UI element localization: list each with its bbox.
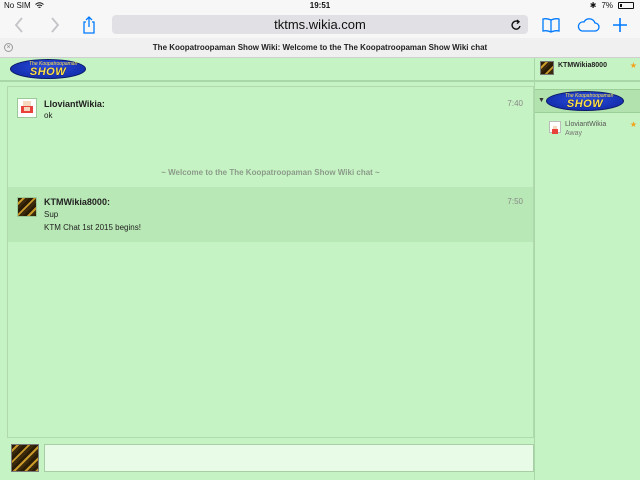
- address-bar[interactable]: tktms.wikia.com: [112, 15, 528, 34]
- reload-icon[interactable]: [511, 18, 522, 36]
- star-icon: ★: [629, 120, 637, 129]
- wiki-logo[interactable]: The Koopatroopaman SHOW: [10, 59, 86, 79]
- message-text: Sup: [44, 210, 59, 219]
- avatar: [11, 444, 39, 472]
- message-text: KTM Chat 1st 2015 begins!: [44, 223, 141, 232]
- collapse-arrow-icon[interactable]: ▼: [538, 97, 545, 104]
- back-icon[interactable]: [14, 16, 24, 34]
- avatar: [540, 61, 554, 75]
- chat-messages: LloviantWikia: 7:40 ok ~ Welcome to the …: [7, 86, 534, 438]
- url-text: tktms.wikia.com: [274, 17, 366, 32]
- current-user-row[interactable]: KTMWikia8000 ★: [535, 58, 640, 82]
- chat-page: The Koopatroopaman SHOW LloviantWikia: 7…: [0, 58, 640, 480]
- avatar[interactable]: [17, 197, 37, 217]
- current-user-name: KTMWikia8000: [558, 62, 607, 69]
- cloud-tabs-icon[interactable]: [576, 16, 600, 34]
- logo-big-text: SHOW: [29, 66, 67, 78]
- message-timestamp: 7:40: [507, 99, 523, 108]
- forward-icon[interactable]: [50, 16, 60, 34]
- user-list-sidebar: KTMWikia8000 ★ ▼ The Koopatroopaman SHOW…: [534, 58, 640, 480]
- room-header[interactable]: ▼ The Koopatroopaman SHOW: [535, 89, 640, 113]
- battery-percent: 7%: [601, 1, 613, 10]
- message-username[interactable]: LloviantWikia:: [44, 99, 105, 109]
- chat-message: KTMWikia8000: 7:50 Sup KTM Chat 1st 2015…: [8, 187, 533, 242]
- avatar: [549, 121, 561, 134]
- chat-message: LloviantWikia: 7:40 ok: [8, 87, 533, 127]
- user-status: Away: [565, 130, 582, 137]
- avatar[interactable]: [17, 98, 37, 118]
- room-logo: The Koopatroopaman SHOW: [546, 91, 624, 111]
- chat-input-row: [7, 442, 534, 478]
- share-icon[interactable]: [82, 16, 96, 34]
- chat-message-input[interactable]: [44, 444, 534, 472]
- bluetooth-icon: ✱: [589, 1, 597, 10]
- bookmarks-icon[interactable]: [542, 16, 560, 34]
- user-list-item[interactable]: LloviantWikia Away ★: [549, 119, 640, 143]
- star-icon: ★: [629, 61, 637, 70]
- user-name: LloviantWikia: [565, 121, 607, 128]
- new-tab-icon[interactable]: [612, 16, 628, 34]
- status-bar: No SIM 19:51 ✱ 7%: [0, 0, 640, 12]
- message-text: ok: [44, 111, 53, 120]
- clock: 19:51: [309, 1, 331, 10]
- browser-toolbar: tktms.wikia.com: [0, 12, 640, 38]
- logo-big-text: SHOW: [566, 98, 604, 110]
- chat-header: The Koopatroopaman SHOW: [0, 58, 534, 82]
- message-username[interactable]: KTMWikia8000:: [44, 197, 110, 207]
- tab-title: The Koopatroopaman Show Wiki: Welcome to…: [152, 43, 488, 52]
- tab-bar: × The Koopatroopaman Show Wiki: Welcome …: [0, 38, 640, 58]
- battery-icon: [618, 2, 634, 9]
- message-timestamp: 7:50: [507, 197, 523, 206]
- system-welcome-message: ~ Welcome to the The Koopatroopaman Show…: [161, 168, 380, 177]
